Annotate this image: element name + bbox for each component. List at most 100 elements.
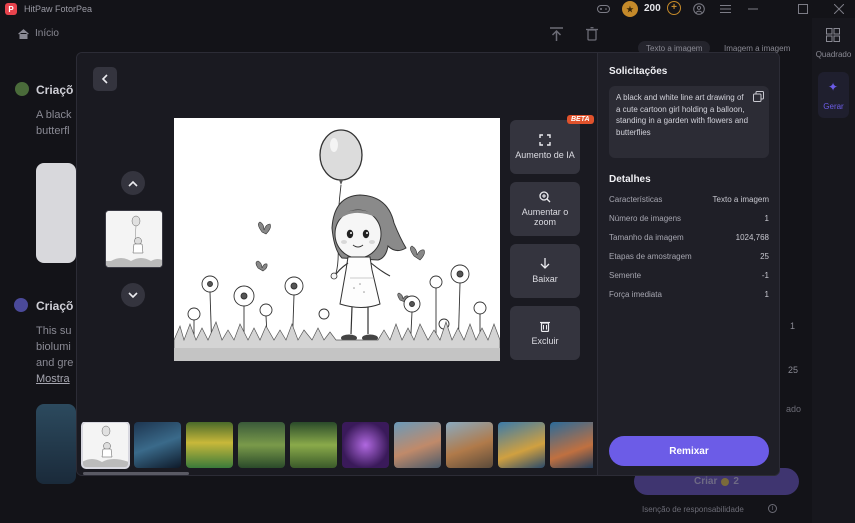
maximize-icon[interactable] bbox=[796, 2, 810, 16]
credits-count: 200 bbox=[644, 3, 661, 14]
ai-upscale-label: Aumento de IA bbox=[515, 150, 575, 160]
menu-icon[interactable] bbox=[718, 2, 732, 16]
thumbnail[interactable] bbox=[550, 422, 593, 468]
beta-badge: BETA bbox=[567, 115, 594, 124]
show-more-link[interactable]: Mostra bbox=[36, 372, 70, 387]
copy-icon[interactable] bbox=[753, 91, 764, 102]
download-button[interactable]: Baixar bbox=[510, 244, 580, 298]
avatar bbox=[15, 82, 29, 96]
expand-icon bbox=[539, 134, 551, 146]
details-heading: Detalhes bbox=[609, 174, 651, 185]
close-window-icon[interactable] bbox=[832, 2, 846, 16]
thumbnail[interactable] bbox=[394, 422, 441, 468]
minimize-icon[interactable] bbox=[746, 2, 760, 16]
detail-label: Semente bbox=[609, 271, 642, 280]
trash-icon bbox=[540, 321, 550, 332]
section-text: A black bbox=[36, 109, 72, 121]
section-text: butterfl bbox=[36, 125, 70, 137]
details-sidebar: Solicitações A black and white line art … bbox=[597, 53, 779, 475]
detail-row: Número de imagens 1 bbox=[609, 214, 769, 223]
coin-icon: ★ bbox=[622, 1, 638, 17]
section-text: and gre bbox=[36, 357, 74, 369]
remix-button[interactable]: Remixar bbox=[609, 436, 769, 466]
delete-label: Excluir bbox=[531, 336, 559, 346]
thumbnail[interactable] bbox=[290, 422, 337, 468]
prompt-heading: Solicitações bbox=[609, 66, 668, 77]
right-rail: Quadrado ✦ Gerar bbox=[812, 18, 855, 523]
bg-image-card[interactable] bbox=[36, 404, 76, 484]
detail-value: -1 bbox=[761, 271, 769, 280]
add-credits-icon[interactable]: + bbox=[667, 1, 681, 15]
ai-upscale-button[interactable]: Aumento de IA bbox=[510, 120, 580, 174]
rail-item-generate[interactable]: ✦ Gerar bbox=[818, 72, 849, 118]
line-art-illustration bbox=[174, 118, 500, 361]
zoom-in-button[interactable]: Aumentar o zoom bbox=[510, 182, 580, 236]
detail-row: Tamanho da imagem 1024,768 bbox=[609, 233, 769, 242]
home-label: Início bbox=[35, 28, 59, 39]
previous-button[interactable] bbox=[121, 171, 145, 195]
grid-icon[interactable] bbox=[826, 28, 840, 47]
back-button[interactable] bbox=[93, 67, 117, 91]
bg-text: ado bbox=[786, 404, 802, 414]
thumbnail[interactable] bbox=[186, 422, 233, 468]
avatar bbox=[14, 298, 28, 312]
next-button[interactable] bbox=[121, 283, 145, 307]
disclaimer-link[interactable]: Isenção de responsabilidade bbox=[642, 505, 744, 514]
strip-scrollbar[interactable] bbox=[83, 472, 189, 475]
title-bar: P HitPaw FotorPea ★ 200 + bbox=[0, 0, 855, 18]
prompt-box: A black and white line art drawing of a … bbox=[609, 86, 769, 158]
image-viewer-modal: Aumento de IA BETA Aumentar o zoom Baixa… bbox=[76, 52, 780, 476]
rail-item-quadrado[interactable]: Quadrado bbox=[812, 50, 855, 59]
chevron-up-icon bbox=[128, 180, 138, 187]
download-label: Baixar bbox=[532, 274, 558, 284]
detail-label: Tamanho da imagem bbox=[609, 233, 684, 242]
prompt-text: A black and white line art drawing of a … bbox=[616, 93, 749, 137]
thumbnail[interactable] bbox=[342, 422, 389, 468]
detail-row: Características Texto a imagem bbox=[609, 195, 769, 204]
thumbnail-strip bbox=[81, 422, 593, 470]
detail-value: 1 bbox=[764, 290, 769, 299]
detail-value: 1024,768 bbox=[735, 233, 769, 242]
section-text: This su bbox=[36, 325, 72, 337]
download-icon bbox=[540, 258, 550, 269]
back-icon bbox=[101, 74, 108, 84]
detail-row: Etapas de amostragem 25 bbox=[609, 252, 769, 261]
detail-label: Características bbox=[609, 195, 663, 204]
delete-button[interactable]: Excluir bbox=[510, 306, 580, 360]
section-title: Criaçõ bbox=[36, 299, 74, 313]
app-title: HitPaw FotorPea bbox=[24, 4, 93, 14]
section-title: Criaçõ bbox=[36, 83, 74, 97]
zoom-in-label: Aumentar o zoom bbox=[521, 207, 569, 227]
create-cost: 2 bbox=[733, 476, 739, 487]
detail-value: Texto a imagem bbox=[712, 195, 769, 204]
thumbnail[interactable] bbox=[446, 422, 493, 468]
app-logo-icon: P bbox=[5, 3, 17, 15]
sparkle-icon: ✦ bbox=[828, 80, 839, 94]
bg-value: 25 bbox=[788, 365, 799, 375]
create-label: Criar bbox=[694, 476, 718, 487]
thumbnail[interactable] bbox=[134, 422, 181, 468]
zoom-in-icon bbox=[539, 191, 551, 203]
home-icon bbox=[18, 28, 29, 39]
detail-value: 25 bbox=[760, 252, 769, 261]
home-link[interactable]: Início bbox=[18, 28, 59, 39]
detail-label: Força imediata bbox=[609, 290, 662, 299]
section-text: biolumi bbox=[36, 341, 71, 353]
info-icon[interactable]: i bbox=[768, 504, 777, 513]
gamepad-icon[interactable] bbox=[596, 2, 610, 16]
thumbnail[interactable] bbox=[238, 422, 285, 468]
bg-image-card[interactable] bbox=[36, 163, 76, 263]
bg-value: 1 bbox=[790, 321, 796, 331]
thumbnail[interactable] bbox=[81, 422, 130, 469]
user-icon[interactable] bbox=[692, 2, 706, 16]
current-thumbnail[interactable] bbox=[105, 210, 163, 268]
generated-image bbox=[174, 118, 500, 361]
chevron-down-icon bbox=[128, 291, 138, 298]
coin-small-icon bbox=[721, 477, 730, 486]
detail-row: Força imediata 1 bbox=[609, 290, 769, 299]
rail-label: Gerar bbox=[823, 102, 844, 111]
thumbnail[interactable] bbox=[498, 422, 545, 468]
detail-value: 1 bbox=[764, 214, 769, 223]
trash-bg-icon[interactable] bbox=[586, 27, 598, 44]
share-icon[interactable] bbox=[550, 27, 563, 44]
